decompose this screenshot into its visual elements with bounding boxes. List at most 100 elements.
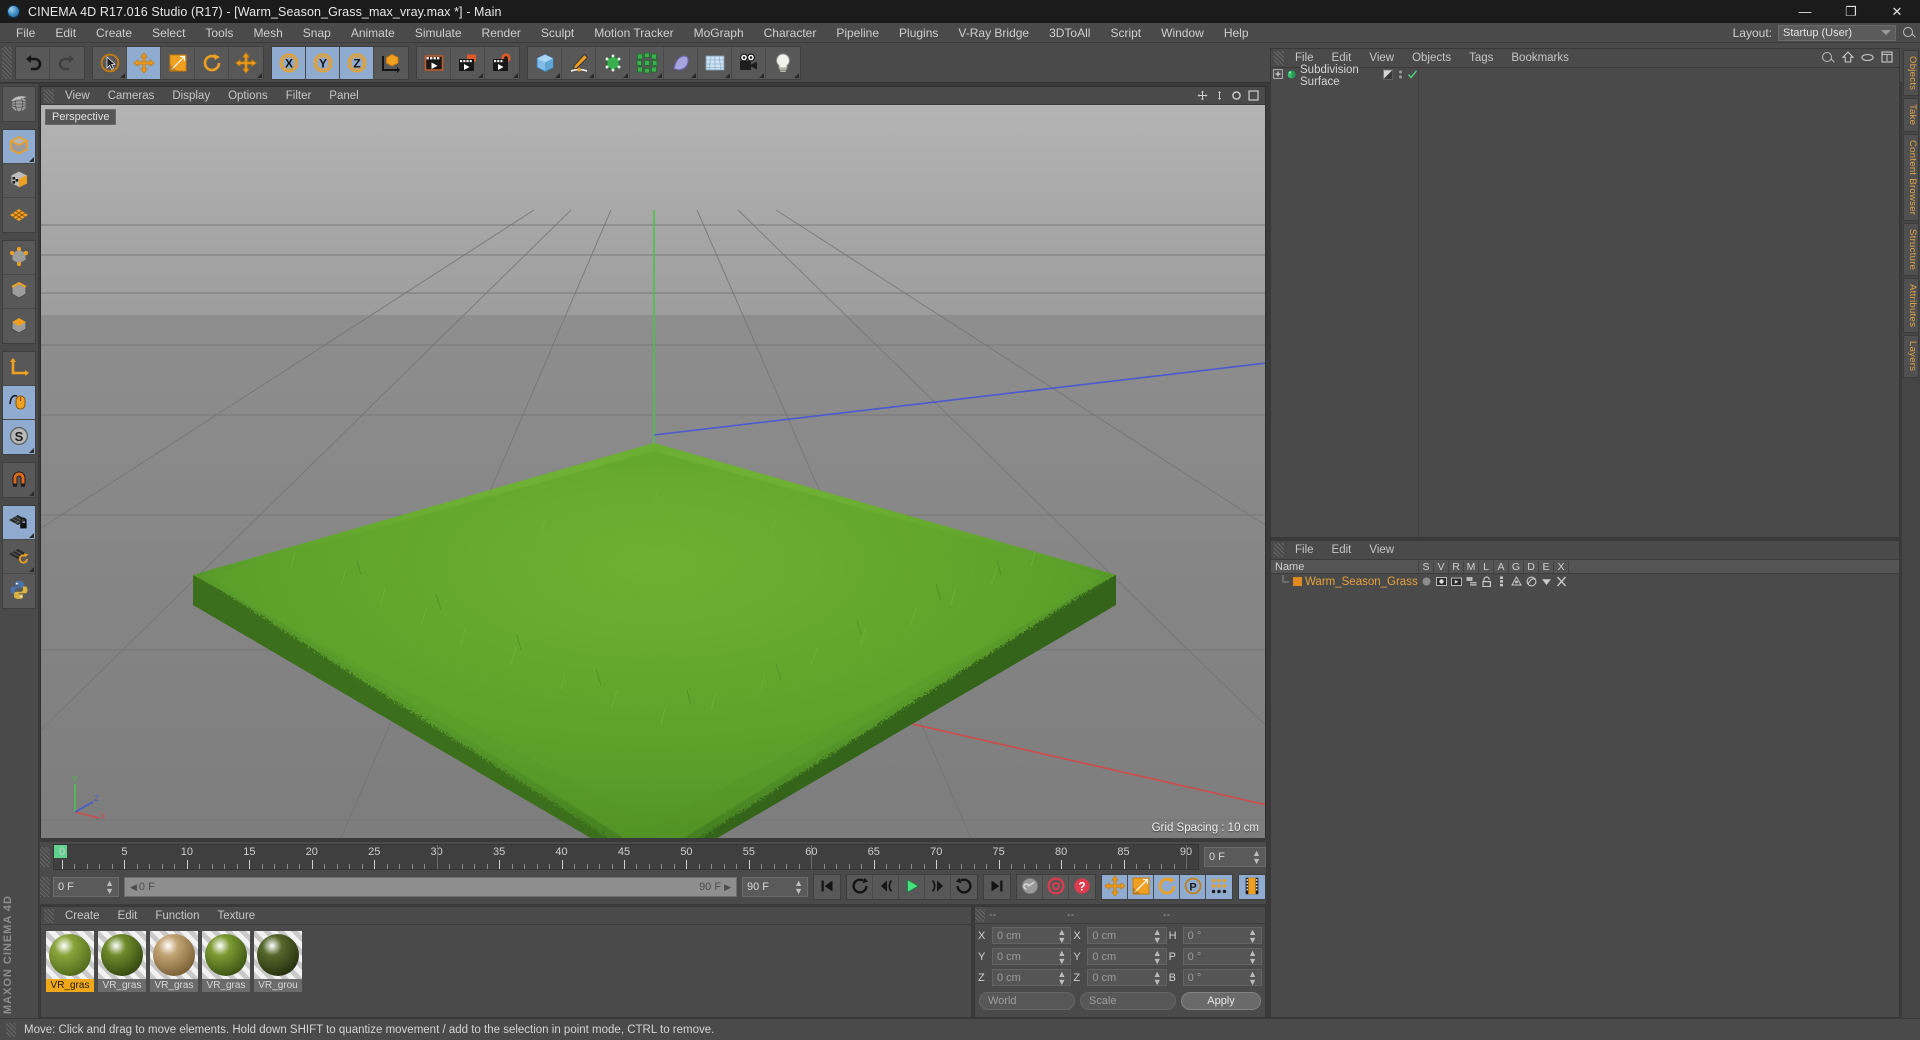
- layer-column-header[interactable]: S: [1419, 560, 1434, 573]
- solo-dot-icon[interactable]: [1419, 576, 1434, 587]
- rotate-view-icon[interactable]: [1231, 90, 1242, 101]
- current-frame-input[interactable]: 0 F ▲ ▼: [53, 877, 119, 897]
- menu-item-3dtoall[interactable]: 3DToAll: [1039, 23, 1100, 43]
- visibility-dots-icon[interactable]: [1397, 69, 1404, 83]
- layer-column-header[interactable]: Name: [1271, 560, 1419, 573]
- scale-view-icon[interactable]: [1214, 90, 1225, 101]
- preview-range-slider[interactable]: ◀ 0 F 90 F ▶: [124, 877, 737, 897]
- maximize-view-icon[interactable]: [1248, 90, 1259, 101]
- size-field[interactable]: 0 cm ▲ ▼: [1087, 948, 1167, 965]
- lock-z-axis[interactable]: Z: [340, 46, 374, 79]
- render-icon[interactable]: [1449, 576, 1464, 587]
- stepper-icon[interactable]: ▲ ▼: [105, 879, 114, 896]
- viewport-menu-panel[interactable]: Panel: [320, 87, 367, 105]
- edges-mode[interactable]: [3, 275, 35, 309]
- material-item[interactable]: VR_gras: [202, 931, 250, 992]
- menu-item-edit[interactable]: Edit: [45, 23, 86, 43]
- edit-render-settings-button[interactable]: [485, 46, 519, 79]
- python-script[interactable]: [3, 574, 35, 608]
- manager-icon[interactable]: [1464, 576, 1479, 587]
- point-level-animation-toggle[interactable]: [1206, 875, 1232, 899]
- position-field[interactable]: 0 cm ▲ ▼: [992, 927, 1072, 944]
- scale-key-toggle[interactable]: [1128, 875, 1154, 899]
- layer-column-header[interactable]: E: [1539, 560, 1554, 573]
- apply-button[interactable]: Apply: [1181, 992, 1261, 1010]
- menu-item-character[interactable]: Character: [754, 23, 827, 43]
- timeline-filmstrip-button[interactable]: [1239, 875, 1265, 899]
- lock-workplane[interactable]: [3, 506, 35, 540]
- menu-item-file[interactable]: File: [6, 23, 45, 43]
- viewport-menu-options[interactable]: Options: [219, 87, 277, 105]
- menu-item-mograph[interactable]: MoGraph: [684, 23, 754, 43]
- eye-icon[interactable]: [1861, 51, 1874, 65]
- layer-row[interactable]: Warm_Season_Grass: [1271, 574, 1899, 589]
- position-field[interactable]: 0 cm ▲ ▼: [992, 948, 1072, 965]
- viewport-3d[interactable]: Perspective Y X Z Grid Spacing: 10 cm: [41, 105, 1265, 838]
- layer-column-header[interactable]: G: [1509, 560, 1524, 573]
- home-icon[interactable]: [1841, 50, 1855, 66]
- position-key-toggle[interactable]: [1102, 874, 1128, 899]
- material-thumbnail[interactable]: [46, 931, 94, 979]
- viewport-grip[interactable]: [44, 88, 54, 103]
- stepper-icon[interactable]: ▲ ▼: [794, 879, 803, 896]
- material-item[interactable]: VR_gras: [150, 931, 198, 992]
- rotation-field[interactable]: 0 ° ▲ ▼: [1182, 969, 1262, 986]
- enable-snapping[interactable]: [3, 463, 35, 497]
- layer-menu-edit[interactable]: Edit: [1323, 541, 1361, 560]
- rotation-field[interactable]: 0 ° ▲ ▼: [1182, 948, 1262, 965]
- coordinate-system-dropdown[interactable]: World: [979, 992, 1075, 1010]
- scale-tool[interactable]: [161, 46, 195, 79]
- end-frame-input[interactable]: 90 F ▲ ▼: [742, 877, 808, 897]
- keyframe-selection-button[interactable]: ?: [1069, 875, 1095, 899]
- add-mograph-object[interactable]: [630, 46, 664, 79]
- object-tree[interactable]: Subdivision Surface: [1271, 64, 1899, 537]
- layer-menu-view[interactable]: View: [1360, 541, 1403, 560]
- add-scene-environment[interactable]: [698, 46, 732, 79]
- menu-item-render[interactable]: Render: [472, 23, 531, 43]
- rotate-tool[interactable]: [195, 46, 229, 79]
- rotation-field[interactable]: 0 ° ▲ ▼: [1182, 927, 1262, 944]
- close-button[interactable]: ✕: [1874, 0, 1920, 23]
- size-field[interactable]: 0 cm ▲ ▼: [1087, 927, 1167, 944]
- undo-button[interactable]: [16, 46, 50, 79]
- timeline-ruler[interactable]: 051015202530354045505560657075808590: [53, 844, 1199, 870]
- stepper-icon[interactable]: ▲ ▼: [1153, 927, 1162, 944]
- material-name[interactable]: VR_gras: [150, 979, 198, 992]
- dock-tab-layers[interactable]: Layers: [1903, 335, 1919, 378]
- menu-item-v-ray-bridge[interactable]: V-Ray Bridge: [948, 23, 1039, 43]
- material-name[interactable]: VR_gras: [98, 979, 146, 992]
- lock-x-axis[interactable]: X: [272, 46, 306, 79]
- redo-button[interactable]: [50, 46, 84, 79]
- record-active-objects-button[interactable]: [1043, 875, 1069, 899]
- step-back-button[interactable]: [873, 875, 899, 899]
- add-deformer[interactable]: [664, 46, 698, 79]
- stepper-icon[interactable]: ▲ ▼: [1248, 948, 1257, 965]
- stepper-icon[interactable]: ▲ ▼: [1057, 969, 1066, 986]
- minimize-button[interactable]: —: [1782, 0, 1828, 23]
- stepper-icon[interactable]: ▲ ▼: [1248, 969, 1257, 986]
- stepper-icon[interactable]: ▲ ▼: [1057, 948, 1066, 965]
- range-left-arrow-icon[interactable]: ◀: [130, 882, 137, 893]
- coordinates-grip[interactable]: [975, 908, 985, 922]
- animation-icon[interactable]: [1494, 576, 1509, 587]
- menu-item-select[interactable]: Select: [142, 23, 195, 43]
- parameter-key-toggle[interactable]: P: [1180, 875, 1206, 899]
- viewport-menu-display[interactable]: Display: [163, 87, 219, 105]
- dock-tab-objects[interactable]: Objects: [1903, 50, 1919, 97]
- dock-tab-structure[interactable]: Structure: [1903, 222, 1919, 277]
- viewport-menu-filter[interactable]: Filter: [277, 87, 321, 105]
- layer-column-header[interactable]: X: [1554, 560, 1569, 573]
- visible-icon[interactable]: [1434, 576, 1449, 587]
- undo-view-tool[interactable]: [3, 87, 35, 121]
- stepper-icon[interactable]: ▲ ▼: [1153, 969, 1162, 986]
- layer-column-header[interactable]: M: [1464, 560, 1479, 573]
- lock-y-axis[interactable]: Y: [306, 46, 340, 79]
- menu-item-pipeline[interactable]: Pipeline: [826, 23, 889, 43]
- add-camera[interactable]: [732, 46, 766, 79]
- menu-item-script[interactable]: Script: [1100, 23, 1151, 43]
- position-field[interactable]: 0 cm ▲ ▼: [992, 969, 1072, 986]
- material-item[interactable]: VR_grou: [254, 931, 302, 992]
- add-light[interactable]: [766, 46, 800, 79]
- move-tool[interactable]: [127, 46, 161, 79]
- material-menu-create[interactable]: Create: [56, 907, 109, 925]
